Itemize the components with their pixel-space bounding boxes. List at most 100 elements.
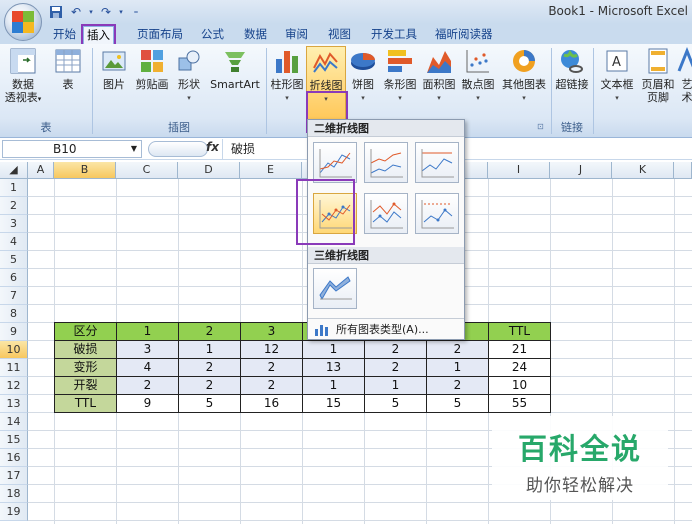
row-header[interactable]: 17	[0, 467, 28, 485]
other-charts-button[interactable]: 其他图表 ▾	[498, 46, 550, 105]
col-header-a[interactable]: A	[28, 162, 54, 179]
table-header-cell[interactable]: 2	[178, 322, 241, 341]
row-header[interactable]: 6	[0, 269, 28, 287]
office-button[interactable]	[4, 3, 42, 41]
table-header-cell[interactable]: 1	[116, 322, 179, 341]
table-cell[interactable]: 13	[302, 358, 365, 377]
wordart-button[interactable]: 艺术	[677, 46, 692, 104]
bar-chart-button[interactable]: 条形图 ▾	[380, 46, 420, 105]
col-header-b[interactable]: B	[54, 162, 116, 179]
tab-data[interactable]: 数据	[241, 26, 270, 44]
redo-icon[interactable]: ↷	[98, 4, 114, 20]
scatter-chart-button[interactable]: 散点图 ▾	[458, 46, 498, 105]
column-chart-button[interactable]: 柱形图 ▾	[268, 46, 306, 105]
table-cell[interactable]: 1	[302, 376, 365, 395]
line-chart-option[interactable]	[313, 142, 357, 183]
pie-chart-button[interactable]: 饼图 ▾	[347, 46, 379, 105]
tab-page-layout[interactable]: 页面布局	[134, 26, 186, 44]
hyperlink-button[interactable]: 超链接	[553, 46, 591, 91]
row-header[interactable]: 15	[0, 431, 28, 449]
name-box[interactable]: B10 ▼	[2, 140, 142, 158]
header-footer-button[interactable]: 页眉和 页脚	[638, 46, 678, 104]
table-cell[interactable]: 1	[178, 340, 241, 359]
picture-button[interactable]: 图片	[97, 46, 131, 91]
table-cell[interactable]: 55	[488, 394, 551, 413]
row-header[interactable]: 3	[0, 215, 28, 233]
name-box-dropdown-icon[interactable]: ▼	[131, 141, 137, 157]
customize-qat-icon[interactable]: ₌	[128, 4, 144, 20]
row-header[interactable]: 7	[0, 287, 28, 305]
insert-function-icon[interactable]: fx	[206, 140, 219, 154]
row-header[interactable]: 2	[0, 197, 28, 215]
table-cell[interactable]: 9	[116, 394, 179, 413]
table-cell[interactable]: 2	[178, 376, 241, 395]
table-cell[interactable]: 2	[240, 358, 303, 377]
3d-line-option[interactable]	[313, 268, 357, 309]
col-header-e[interactable]: E	[240, 162, 302, 179]
row-header[interactable]: 1	[0, 179, 28, 197]
table-header-cell[interactable]: 区分	[54, 322, 117, 341]
table-cell[interactable]: 1	[364, 376, 427, 395]
table-button[interactable]: 表	[50, 46, 86, 91]
table-cell[interactable]: 24	[488, 358, 551, 377]
table-cell[interactable]: 1	[426, 358, 489, 377]
table-header-cell[interactable]: TTL	[488, 322, 551, 341]
table-cell[interactable]: 16	[240, 394, 303, 413]
table-cell[interactable]: 变形	[54, 358, 117, 377]
select-all-corner[interactable]: ◢	[0, 162, 28, 179]
area-chart-button[interactable]: 面积图 ▾	[420, 46, 458, 105]
smartart-button[interactable]: SmartArt	[207, 46, 263, 91]
tab-insert[interactable]: 插入	[81, 24, 116, 46]
table-cell[interactable]: TTL	[54, 394, 117, 413]
tab-foxit-reader[interactable]: 福昕阅读器	[432, 26, 496, 44]
row-header[interactable]: 8	[0, 305, 28, 323]
row-header[interactable]: 14	[0, 413, 28, 431]
col-header-c[interactable]: C	[116, 162, 178, 179]
row-header[interactable]: 18	[0, 485, 28, 503]
table-cell[interactable]: 5	[364, 394, 427, 413]
table-cell[interactable]: 破损	[54, 340, 117, 359]
pivot-table-button[interactable]: 数据 透视表▾	[3, 46, 43, 106]
tab-formulas[interactable]: 公式	[198, 26, 227, 44]
percent-stacked-markers-option[interactable]	[415, 193, 459, 234]
row-header[interactable]: 9	[0, 323, 28, 341]
table-cell[interactable]: 2	[364, 358, 427, 377]
dialog-launcher-icon[interactable]: ⊡	[537, 122, 544, 131]
table-cell[interactable]: 2	[426, 376, 489, 395]
row-header[interactable]: 16	[0, 449, 28, 467]
table-cell[interactable]: 15	[302, 394, 365, 413]
tab-home[interactable]: 开始	[50, 26, 79, 44]
all-chart-types-item[interactable]: 所有图表类型(A)...	[308, 318, 464, 340]
table-cell[interactable]: 5	[178, 394, 241, 413]
row-header[interactable]: 10	[0, 341, 28, 359]
table-cell[interactable]: 2	[426, 340, 489, 359]
shapes-button[interactable]: 形状 ▾	[172, 46, 206, 105]
row-header[interactable]: 11	[0, 359, 28, 377]
table-cell[interactable]: 5	[426, 394, 489, 413]
col-header-j[interactable]: J	[550, 162, 612, 179]
undo-dropdown-icon[interactable]: ▾	[88, 4, 94, 20]
table-cell[interactable]: 2	[240, 376, 303, 395]
percent-stacked-line-option[interactable]	[415, 142, 459, 183]
row-header[interactable]: 13	[0, 395, 28, 413]
table-cell[interactable]: 10	[488, 376, 551, 395]
row-header[interactable]: 5	[0, 251, 28, 269]
table-cell[interactable]: 3	[116, 340, 179, 359]
table-cell[interactable]: 21	[488, 340, 551, 359]
table-header-cell[interactable]: 3	[240, 322, 303, 341]
stacked-line-option[interactable]	[364, 142, 408, 183]
tab-review[interactable]: 审阅	[282, 26, 311, 44]
table-cell[interactable]: 2	[178, 358, 241, 377]
col-header-i[interactable]: I	[488, 162, 550, 179]
redo-dropdown-icon[interactable]: ▾	[118, 4, 124, 20]
row-header[interactable]: 12	[0, 377, 28, 395]
textbox-button[interactable]: A 文本框 ▾	[596, 46, 638, 105]
save-icon[interactable]	[48, 4, 64, 20]
row-header[interactable]: 19	[0, 503, 28, 521]
tab-developer[interactable]: 开发工具	[368, 26, 420, 44]
undo-icon[interactable]: ↶	[68, 4, 84, 20]
stacked-line-markers-option[interactable]	[364, 193, 408, 234]
col-header-k[interactable]: K	[612, 162, 674, 179]
table-cell[interactable]: 2	[364, 340, 427, 359]
table-cell[interactable]: 2	[116, 376, 179, 395]
